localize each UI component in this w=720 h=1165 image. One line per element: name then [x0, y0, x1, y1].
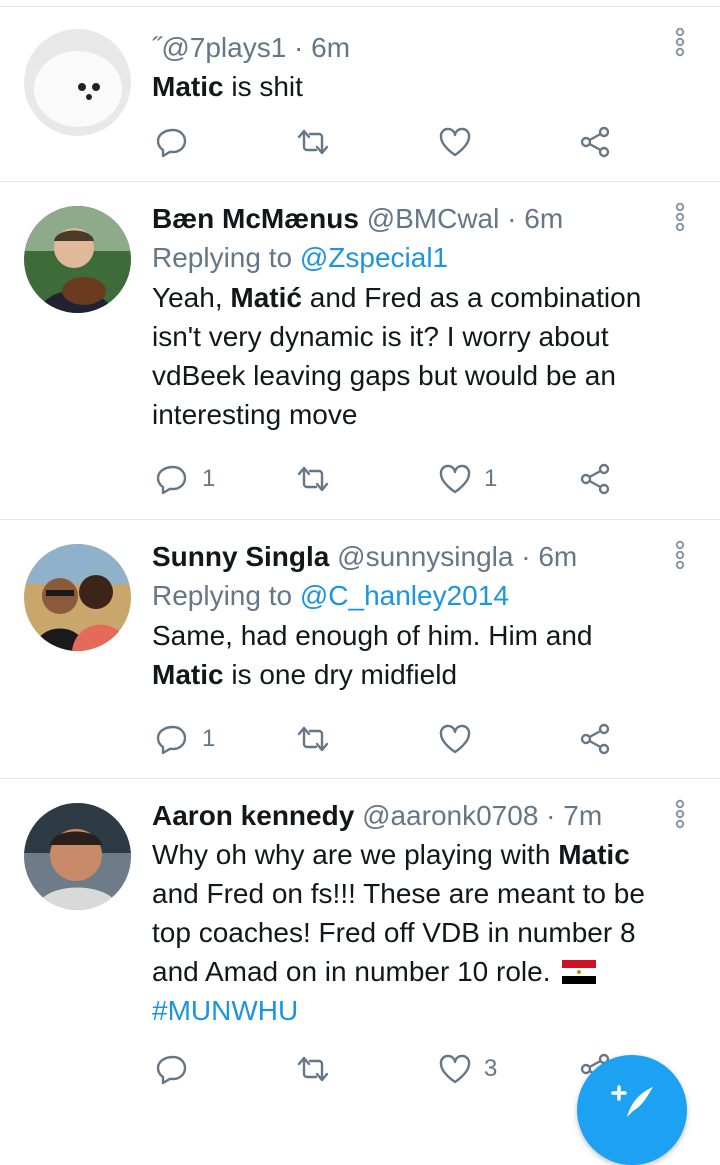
heart-icon [439, 464, 471, 494]
bold-text: Matic [152, 71, 224, 102]
user-name[interactable]: Bæn McMænus [152, 203, 359, 234]
timestamp[interactable]: · 7m [546, 800, 602, 831]
like-button[interactable]: 1 [438, 459, 497, 499]
replying-to: Replying to @C_hanley2014 [152, 576, 660, 616]
divider [0, 0, 720, 7]
reply-count: 1 [202, 465, 216, 492]
tweet-header: Sunny Singla @sunnysingla · 6m [152, 538, 660, 576]
handle-prefix: ˝ [152, 32, 162, 63]
reply-button[interactable] [156, 1049, 202, 1089]
more-vertical-icon[interactable] [670, 202, 690, 232]
retweet-icon [297, 129, 329, 155]
timestamp[interactable]: · 6m [294, 32, 350, 63]
tweet-text: Same, had enough of him. Him and Matic i… [152, 616, 660, 694]
like-count: 3 [484, 1055, 498, 1082]
more-vertical-icon[interactable] [670, 27, 690, 57]
reply-button[interactable]: 1 [156, 459, 215, 499]
tweet-header: ˝@7plays1 · 6m [152, 29, 660, 67]
reply-button[interactable]: 1 [156, 719, 215, 759]
text: is shit [223, 71, 303, 102]
user-name[interactable]: Sunny Singla [152, 541, 329, 572]
like-button[interactable] [438, 122, 484, 162]
tweet-text: Why oh why are we playing with Matic and… [152, 835, 660, 1030]
tweet[interactable]: ˝@7plays1 · 6m Matic is shit [0, 7, 720, 182]
avatar[interactable] [24, 206, 131, 313]
like-button[interactable] [438, 719, 484, 759]
avatar[interactable] [24, 29, 131, 136]
bold-text: Matic [152, 659, 224, 690]
reply-icon [156, 1055, 187, 1085]
tweet-header: Bæn McMænus @BMCwal · 6m [152, 200, 660, 238]
retweet-icon [297, 726, 329, 752]
retweet-icon [297, 1056, 329, 1082]
text: is one dry midfield [223, 659, 458, 690]
more-vertical-icon[interactable] [670, 540, 690, 570]
user-handle[interactable]: @aaronk0708 [362, 800, 538, 831]
retweet-button[interactable] [296, 719, 342, 759]
tweet-header: Aaron kennedy @aaronk0708 · 7m [152, 797, 660, 835]
retweet-button[interactable] [296, 122, 342, 162]
retweet-button[interactable] [296, 1049, 342, 1089]
tweet[interactable]: Bæn McMænus @BMCwal · 6m Replying to @Zs… [0, 182, 720, 520]
egypt-flag-emoji [562, 960, 597, 984]
reply-count: 1 [202, 725, 216, 752]
bold-text: Matic [558, 839, 630, 870]
like-button[interactable]: 3 [438, 1049, 497, 1089]
share-button[interactable] [578, 459, 612, 499]
replying-label: Replying to [152, 242, 300, 273]
user-handle[interactable]: @BMCwal [367, 203, 500, 234]
tweet-text: Yeah, Matić and Fred as a combination is… [152, 278, 660, 434]
text: Yeah, [152, 282, 231, 313]
like-count: 1 [484, 465, 498, 492]
avatar[interactable] [24, 544, 131, 651]
reply-icon [156, 128, 187, 158]
share-icon [580, 463, 610, 495]
replying-label: Replying to [152, 580, 300, 611]
retweet-button[interactable] [296, 459, 342, 499]
compose-tweet-button[interactable] [577, 1055, 687, 1165]
more-vertical-icon[interactable] [670, 799, 690, 829]
timestamp[interactable]: · 6m [507, 203, 563, 234]
bold-text: Matić [230, 282, 302, 313]
user-handle[interactable]: @sunnysingla [337, 541, 513, 572]
reply-icon [156, 465, 187, 495]
user-name[interactable]: Aaron kennedy [152, 800, 354, 831]
avatar[interactable] [24, 803, 131, 910]
reply-icon [156, 725, 187, 755]
timestamp[interactable]: · 6m [521, 541, 577, 572]
hashtag-link[interactable]: #MUNWHU [152, 995, 298, 1026]
heart-icon [439, 1054, 471, 1084]
tweet[interactable]: Sunny Singla @sunnysingla · 6m Replying … [0, 520, 720, 779]
tweet-text: Matic is shit [152, 67, 660, 106]
replying-to: Replying to @Zspecial1 [152, 238, 660, 278]
share-button[interactable] [578, 719, 612, 759]
text: Why oh why are we playing with [152, 839, 559, 870]
reply-button[interactable] [156, 122, 202, 162]
share-icon [580, 723, 610, 755]
replying-to-handle[interactable]: @C_hanley2014 [300, 580, 509, 611]
share-button[interactable] [578, 122, 612, 162]
share-icon [580, 126, 610, 158]
heart-icon [439, 127, 471, 157]
compose-tweet-icon [611, 1085, 653, 1117]
text: Same, had enough of him. Him and [152, 620, 593, 651]
retweet-icon [297, 466, 329, 492]
user-handle[interactable]: @7plays1 [161, 32, 286, 63]
replying-to-handle[interactable]: @Zspecial1 [300, 242, 448, 273]
heart-icon [439, 724, 471, 754]
